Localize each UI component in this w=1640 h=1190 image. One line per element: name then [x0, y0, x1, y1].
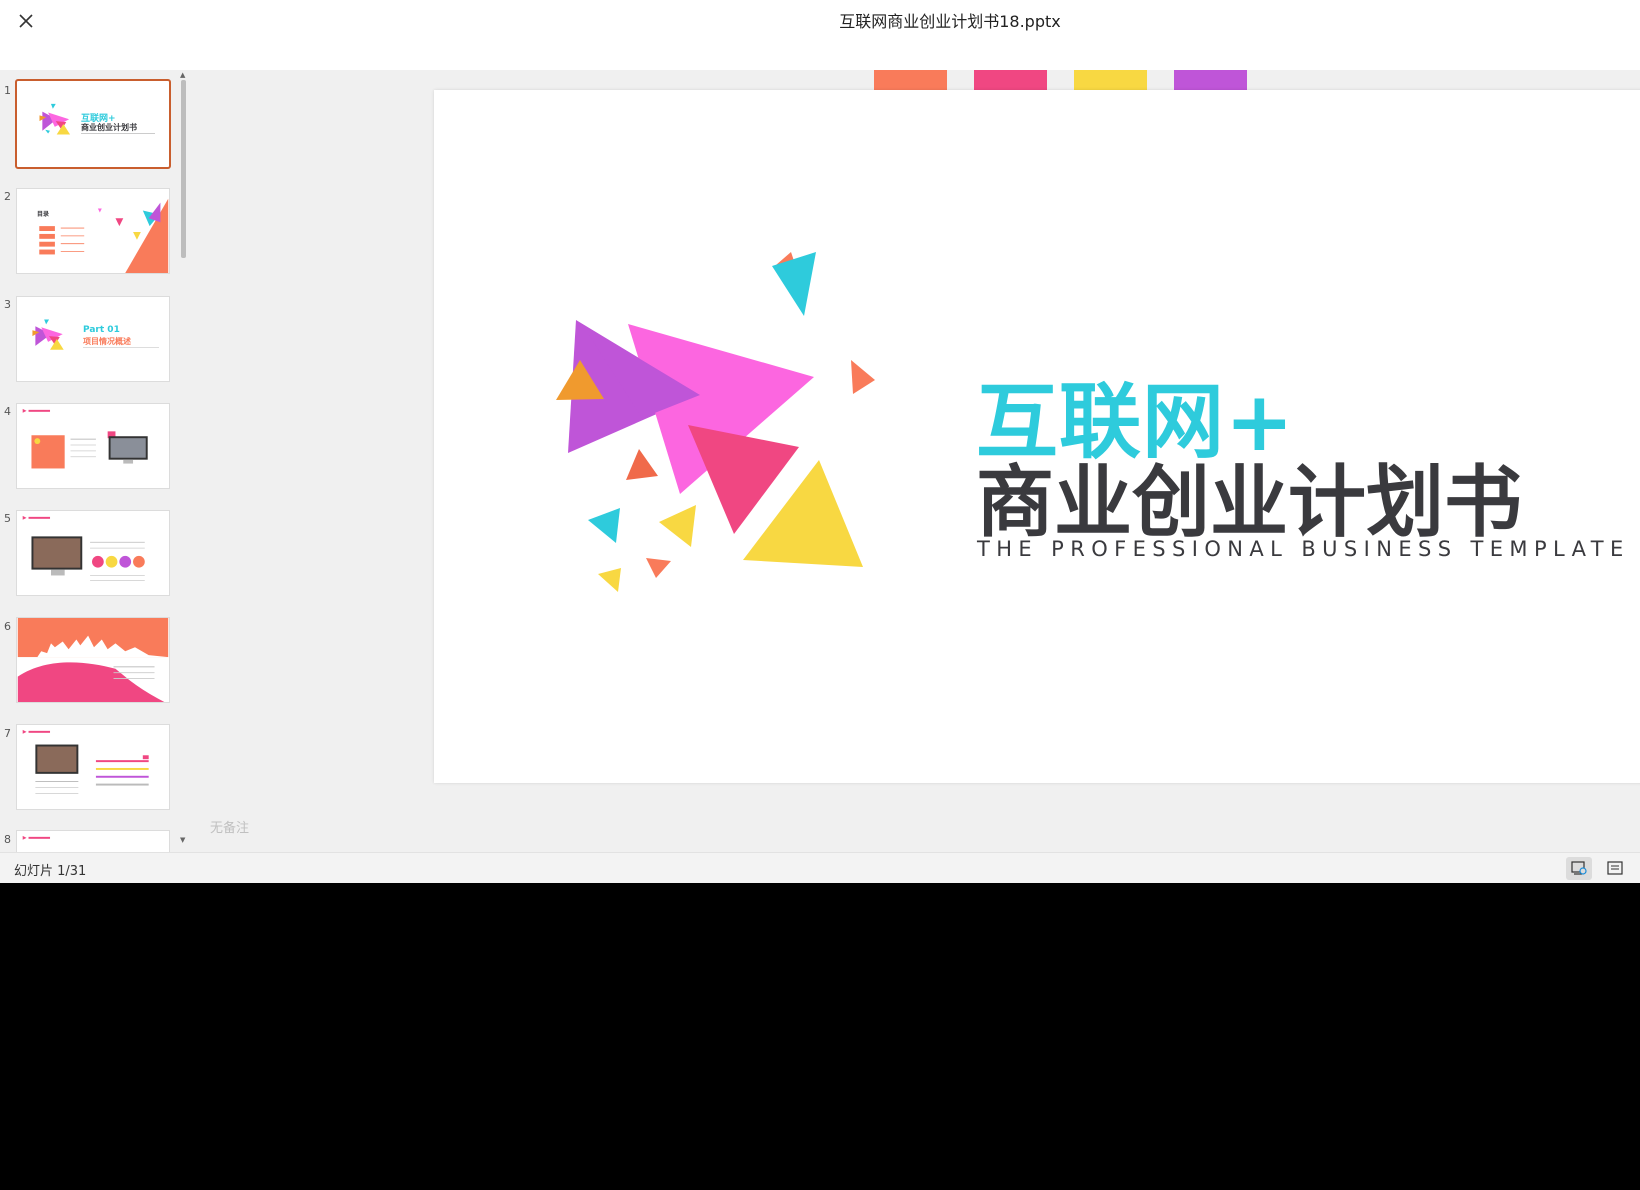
slide-thumbnail-7[interactable] — [16, 724, 170, 810]
notes-view-icon — [1607, 861, 1623, 875]
triangle-small-orange — [851, 360, 875, 394]
triangle-cyan — [772, 252, 816, 316]
thumb-subtitle: 商业创业计划书 — [81, 123, 137, 132]
slide-counter: 幻灯片 1/31 — [14, 864, 87, 879]
triangles-graphic — [556, 252, 875, 592]
document-title: 互联网商业创业计划书18.pptx — [839, 12, 1061, 31]
slide-view-icon — [1571, 861, 1587, 875]
thumbnail-scrollbar[interactable]: ▲ ▼ — [179, 70, 189, 852]
thumbnail-number: 2 — [4, 190, 11, 203]
scroll-up-icon[interactable]: ▲ — [180, 71, 185, 79]
notes-view-button[interactable] — [1602, 857, 1628, 880]
slide-canvas-area: 互联网+ 商业创业计划书 THE PROFESSIONAL BUSINESS T… — [190, 70, 1640, 852]
theme-color-tab — [1174, 70, 1247, 90]
slide-thumbnail-6[interactable] — [16, 617, 170, 703]
thumb-title: 目录 — [37, 211, 50, 218]
slide-thumbnail-2[interactable]: 目录 — [16, 188, 170, 274]
slide-subtitle[interactable]: THE PROFESSIONAL BUSINESS TEMPLATE — [977, 537, 1630, 561]
thumb-text-line — [81, 133, 155, 134]
thumbnail-number: 7 — [4, 727, 11, 740]
triangle-small-yellow-bottom — [598, 568, 621, 592]
main-area: 1 互联网+ 商业创业计划书 2 目录 3 Part 01 项目情况概述 4 5… — [0, 70, 1640, 852]
thumbnail-number: 1 — [4, 84, 11, 97]
thumbnail-number: 4 — [4, 405, 11, 418]
slide-thumbnail-5[interactable] — [16, 510, 170, 596]
thumb-subtitle: 项目情况概述 — [83, 337, 131, 346]
slide-title-line2[interactable]: 商业创业计划书 — [976, 440, 1522, 552]
notes-placeholder[interactable]: 无备注 — [210, 817, 249, 836]
app-window: 互联网商业创业计划书18.pptx 1 互联网+ 商业创业计划书 2 目录 3 … — [0, 0, 1640, 883]
slide-thumbnail-1[interactable]: 互联网+ 商业创业计划书 — [15, 79, 171, 169]
normal-view-button[interactable] — [1566, 857, 1592, 880]
current-slide[interactable]: 互联网+ 商业创业计划书 THE PROFESSIONAL BUSINESS T… — [434, 90, 1640, 783]
slide-thumbnail-panel: 1 互联网+ 商业创业计划书 2 目录 3 Part 01 项目情况概述 4 5… — [0, 70, 190, 852]
thumbnail-number: 6 — [4, 620, 11, 633]
thumb-title: Part 01 — [83, 325, 120, 335]
theme-color-tab — [1074, 70, 1147, 90]
triangle-small-yellow — [659, 505, 696, 547]
triangle-small-cyan — [588, 508, 620, 543]
triangle-small-orange-mid — [626, 449, 658, 480]
status-bar: 幻灯片 1/31 — [0, 852, 1640, 883]
scroll-down-icon[interactable]: ▼ — [180, 836, 185, 844]
slide-thumbnail-3[interactable]: Part 01 项目情况概述 — [16, 296, 170, 382]
thumbnail-number: 5 — [4, 512, 11, 525]
scrollbar-thumb[interactable] — [181, 80, 186, 258]
theme-color-tab — [874, 70, 947, 90]
title-bar: 互联网商业创业计划书18.pptx — [0, 0, 1640, 70]
slide-thumbnail-8[interactable] — [16, 830, 170, 852]
thumbnail-number: 8 — [4, 833, 11, 846]
thumb-text-line — [83, 347, 159, 348]
triangle-small-orange-bottom — [646, 558, 671, 578]
theme-color-tab — [974, 70, 1047, 90]
thumbnail-number: 3 — [4, 298, 11, 311]
slide-thumbnail-4[interactable] — [16, 403, 170, 489]
